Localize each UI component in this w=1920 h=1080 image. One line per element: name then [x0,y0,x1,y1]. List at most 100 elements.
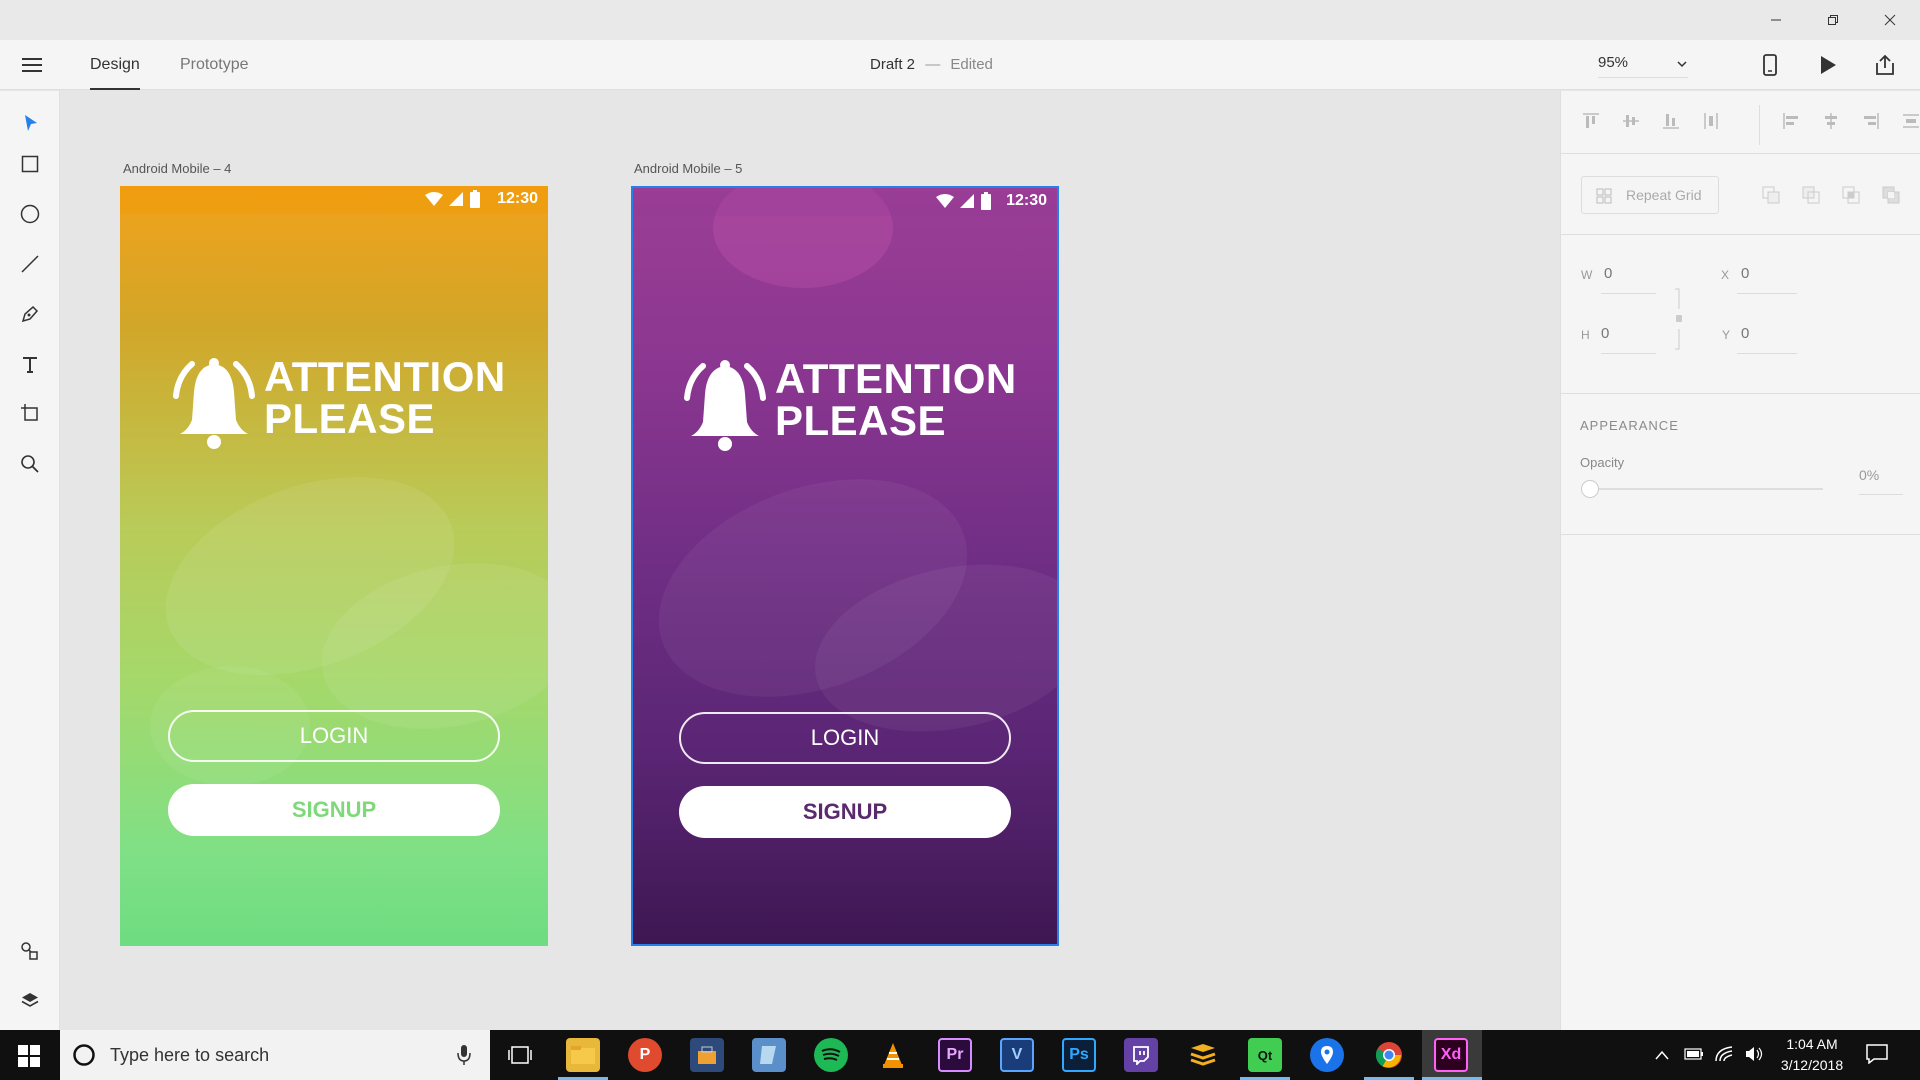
close-icon[interactable] [1867,0,1913,40]
tools-toolbar [0,91,60,1030]
tab-design[interactable]: Design [90,40,140,90]
pen-icon[interactable] [15,299,45,329]
task-view-icon[interactable] [508,1045,532,1070]
visio-icon[interactable]: V [1000,1038,1034,1072]
store-icon[interactable] [690,1038,724,1072]
stack-icon[interactable] [1186,1038,1220,1072]
volume-icon[interactable] [1744,1046,1764,1067]
x-value[interactable]: 0 [1741,265,1749,282]
x-label: X [1721,268,1730,282]
text-icon[interactable] [15,349,45,379]
opacity-slider-track[interactable] [1591,488,1823,490]
doc-name: Draft 2 [870,56,916,73]
select-icon[interactable] [15,108,45,138]
opacity-label: Opacity [1580,455,1625,470]
artboard-label[interactable]: Android Mobile – 5 [634,161,742,176]
ellipse-icon[interactable] [15,199,45,229]
play-icon[interactable] [1818,54,1838,81]
clock-date: 3/12/2018 [1780,1057,1844,1073]
distribute-horizontal-icon[interactable] [1901,111,1920,136]
width-label: W [1581,268,1593,282]
boolean-exclude-icon[interactable] [1881,185,1901,210]
battery-icon[interactable] [1684,1047,1704,1066]
photoshop-icon[interactable]: Ps [1062,1038,1096,1072]
windows-start-icon[interactable] [18,1045,40,1072]
artboard-android-mobile-5[interactable]: 12:30 ATTENTION PLEASE LOGIN SIGNUP [631,186,1059,946]
notes-icon[interactable] [752,1038,786,1072]
signup-button[interactable]: SIGNUP [679,786,1011,838]
artboard-android-mobile-4[interactable]: 12:30 ATTENTION PLEASE LOGIN SIGNUP [120,186,548,946]
opacity-slider-thumb[interactable] [1581,480,1599,498]
attention-please-logo: ATTENTION PLEASE [166,356,506,456]
taskbar-search-box[interactable]: Type here to search [60,1030,490,1080]
qt-icon[interactable]: Qt [1248,1038,1282,1072]
line-icon[interactable] [15,249,45,279]
status-bar: 12:30 [120,186,548,214]
align-top-icon[interactable] [1581,111,1601,136]
opacity-value[interactable]: 0% [1859,467,1879,483]
pocketcasts-icon[interactable]: P [628,1038,662,1072]
restore-icon[interactable] [1810,0,1856,40]
wifi-icon [424,191,444,212]
vlc-icon[interactable] [876,1038,910,1072]
width-value[interactable]: 0 [1604,265,1612,282]
cortana-icon [72,1043,96,1072]
chevron-up-icon[interactable] [1654,1048,1670,1066]
document-title: Draft 2 — Edited [870,40,993,90]
attention-please-logo: ATTENTION PLEASE [677,358,1017,458]
maps-icon[interactable] [1310,1038,1344,1072]
align-left-icon[interactable] [1781,111,1801,136]
signal-icon [448,191,464,212]
repeat-grid-label: Repeat Grid [1626,187,1702,203]
signup-button[interactable]: SIGNUP [168,784,500,836]
align-center-icon[interactable] [1821,111,1841,136]
align-right-icon[interactable] [1861,111,1881,136]
windows-taskbar: Type here to search P Pr V Ps Qt Xd 1:04… [0,1030,1920,1080]
rectangle-icon[interactable] [15,149,45,179]
minimize-icon[interactable] [1753,0,1799,40]
align-middle-icon[interactable] [1621,111,1641,136]
file-explorer-icon[interactable] [566,1038,600,1072]
distribute-vertical-icon[interactable] [1701,111,1721,136]
boolean-intersect-icon[interactable] [1841,185,1861,210]
network-icon[interactable] [1714,1045,1734,1068]
boolean-subtract-icon[interactable] [1801,185,1821,210]
notifications-icon[interactable] [1866,1044,1888,1069]
xd-icon[interactable]: Xd [1434,1038,1468,1072]
battery-icon [470,190,480,213]
login-button[interactable]: LOGIN [679,712,1011,764]
artboard-label[interactable]: Android Mobile – 4 [123,161,231,176]
panel-divider [1561,534,1920,535]
symbols-icon[interactable] [15,936,45,966]
chevron-down-icon [1676,56,1688,74]
doc-separator: — [925,56,941,73]
hamburger-menu-icon[interactable] [22,55,42,75]
tab-prototype[interactable]: Prototype [180,40,248,90]
repeat-grid-button[interactable]: Repeat Grid [1581,176,1719,214]
x-underline [1737,293,1797,294]
layers-icon[interactable] [15,985,45,1015]
device-preview-icon[interactable] [1762,53,1778,82]
y-value[interactable]: 0 [1741,325,1749,342]
chrome-icon[interactable] [1372,1038,1406,1072]
lock-aspect-icon[interactable] [1673,287,1683,356]
app-header: Design Prototype Draft 2 — Edited 95% [0,40,1920,90]
zoom-dropdown[interactable]: 95% [1598,54,1688,78]
design-canvas[interactable]: Android Mobile – 4 12:30 ATTENTION PLEAS… [61,91,1560,1030]
artboard-icon[interactable] [15,398,45,428]
height-value[interactable]: 0 [1601,325,1609,342]
share-icon[interactable] [1874,53,1896,82]
zoom-icon[interactable] [15,449,45,479]
align-bottom-icon[interactable] [1661,111,1681,136]
boolean-add-icon[interactable] [1761,185,1781,210]
clock-time: 1:04 AM [1786,1036,1838,1052]
premiere-icon[interactable]: Pr [938,1038,972,1072]
spotify-icon[interactable] [814,1038,848,1072]
appearance-heading: APPEARANCE [1580,418,1679,433]
logo-text: ATTENTION PLEASE [264,356,506,440]
twitch-icon[interactable] [1124,1038,1158,1072]
taskbar-clock[interactable]: 1:04 AM 3/12/2018 [1772,1034,1852,1076]
login-button[interactable]: LOGIN [168,710,500,762]
status-time: 12:30 [1006,192,1047,209]
microphone-icon[interactable] [456,1044,472,1071]
